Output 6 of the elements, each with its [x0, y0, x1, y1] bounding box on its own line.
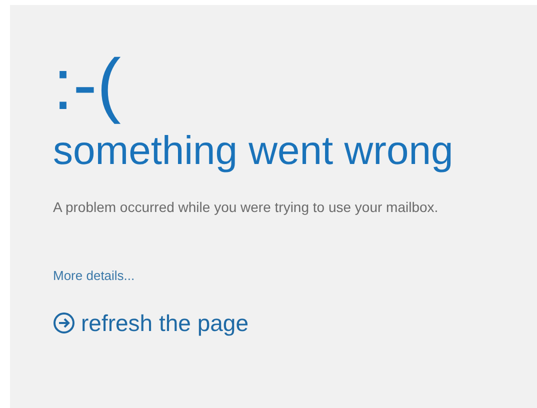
- arrow-circle-icon: [53, 312, 75, 334]
- more-details-link[interactable]: More details...: [53, 266, 135, 286]
- error-heading: something went wrong: [53, 128, 454, 175]
- sad-emoticon: :-(: [53, 45, 121, 125]
- error-message: A problem occurred while you were trying to use your mailbox.: [53, 198, 438, 217]
- refresh-link[interactable]: refresh the page: [53, 306, 249, 340]
